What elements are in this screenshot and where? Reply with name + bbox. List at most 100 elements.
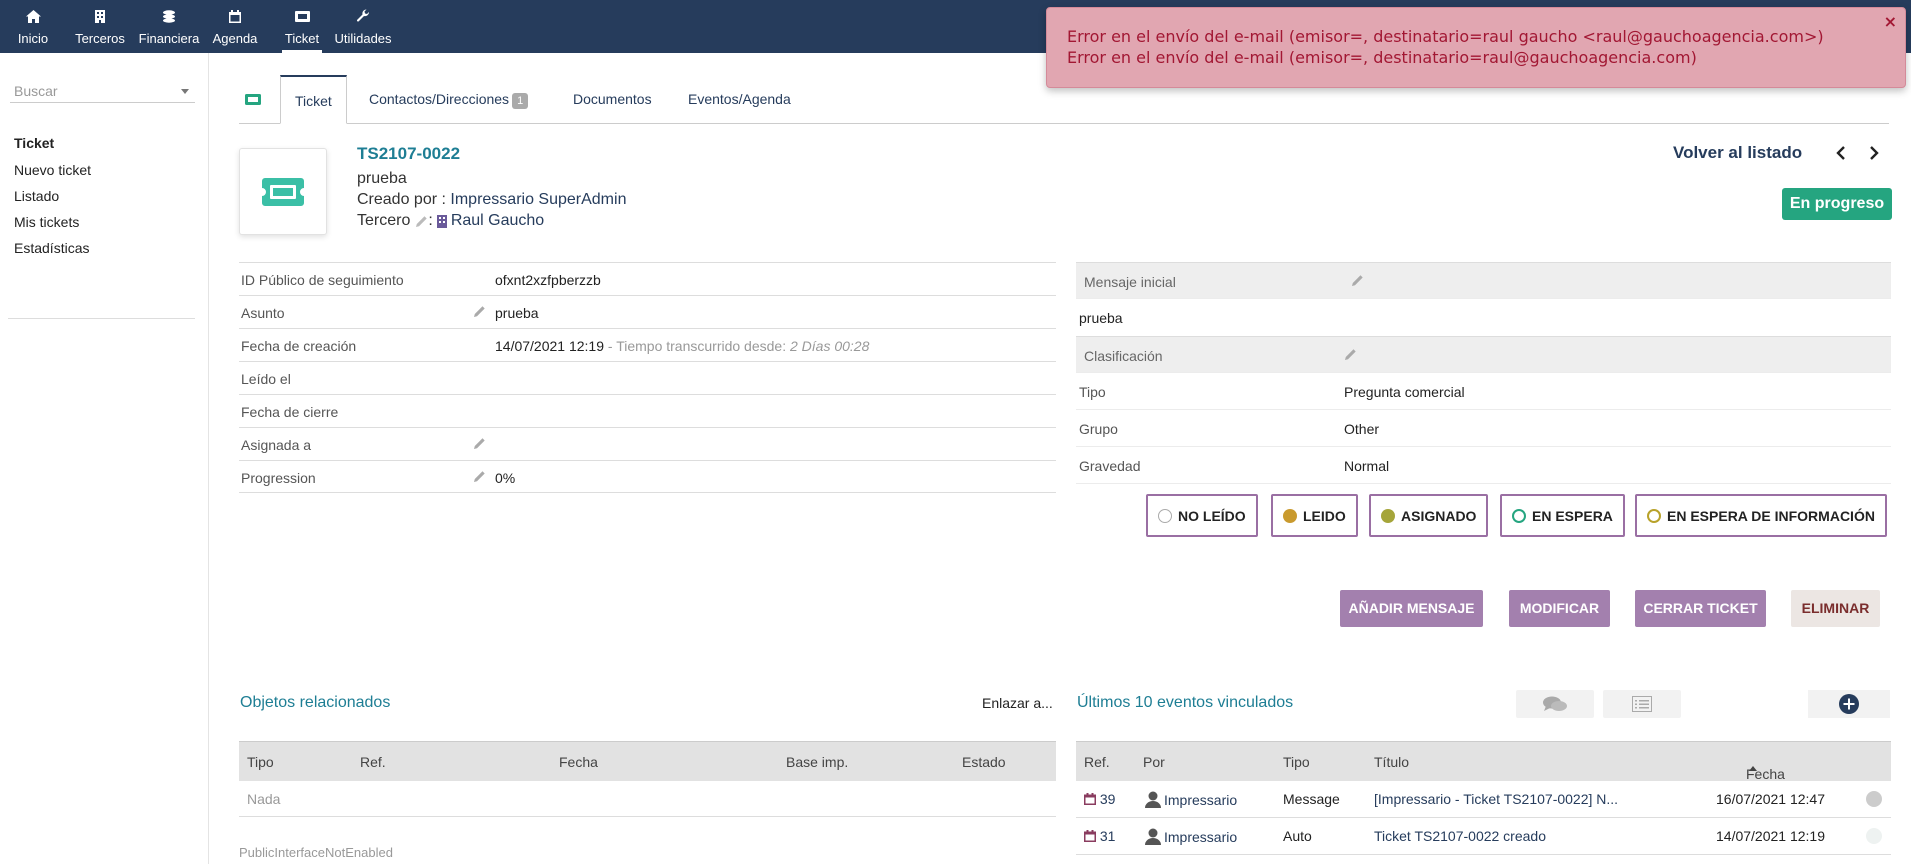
event-ref: 31 [1099,828,1116,844]
column-header: Por [1143,754,1165,770]
field-value: Normal [1344,458,1390,474]
sidebar-item-estadisticas[interactable]: Estadísticas [0,235,209,261]
search-placeholder: Buscar [14,83,58,99]
column-header: Fecha [559,754,598,770]
event-title-link[interactable]: [Impressario - Ticket TS2107-0022] N... [1374,791,1618,807]
field-row-fecha-cierre: Fecha de cierre [239,394,1056,427]
topmenu-item-inicio[interactable]: Inicio [14,0,52,53]
coins-icon [161,8,177,24]
topmenu-item-utilidades[interactable]: Utilidades [334,0,392,53]
field-label: Asignada a [241,437,312,453]
field-value: Other [1344,421,1380,437]
previous-arrow-icon[interactable] [1834,146,1848,160]
status-button-no-leido[interactable]: NO LEÍDO [1146,494,1258,537]
search-select[interactable]: Buscar [10,81,195,103]
event-user-link[interactable]: Impressario [1145,828,1237,845]
sidebar-heading[interactable]: Ticket [0,129,209,157]
field-row-leido-el: Leído el [239,361,1056,394]
topmenu-label: Financiera [138,31,200,46]
edit-pencil-icon[interactable] [1351,274,1364,290]
link-to-dropdown[interactable]: Enlazar a... [982,695,1053,711]
topmenu-item-financiera[interactable]: Financiera [138,0,200,53]
delete-button[interactable]: ELIMINAR [1791,590,1880,627]
event-title-link[interactable]: Ticket TS2107-0022 creado [1374,828,1546,844]
topmenu-item-terceros[interactable]: Terceros [74,0,126,53]
tab-contactos[interactable]: Contactos/Direcciones 1 [369,75,529,124]
field-label: Leído el [241,371,291,387]
table-row: 39 Impressario Message [Impressario - Ti… [1076,781,1891,818]
field-label: Asunto [241,305,285,321]
table-row: Nada [239,781,1056,817]
close-ticket-button[interactable]: CERRAR TICKET [1635,590,1766,627]
ticket-subject: prueba [357,170,407,187]
field-label: Mensaje inicial [1084,274,1176,290]
plus-circle-icon [1839,694,1859,714]
created-by: Creado por : Impressario SuperAdmin [357,191,626,209]
modify-button[interactable]: MODIFICAR [1509,590,1610,627]
event-ref-link[interactable]: 31 [1084,828,1115,844]
sidebar-item-mis-tickets[interactable]: Mis tickets [0,209,209,235]
add-event-button[interactable] [1808,690,1890,718]
user-avatar-icon [1145,791,1161,808]
field-row-gravedad: Gravedad Normal [1076,447,1891,484]
tab-eventos-agenda[interactable]: Eventos/Agenda [688,75,791,124]
status-button-en-espera-informacion[interactable]: EN ESPERA DE INFORMACIÓN [1635,494,1887,537]
status-button-en-espera[interactable]: EN ESPERA [1500,494,1625,537]
edit-pencil-icon[interactable] [473,305,486,321]
user-avatar-icon [1145,828,1161,845]
status-button-asignado[interactable]: ASIGNADO [1369,494,1489,537]
tab-documentos[interactable]: Documentos [573,75,652,124]
next-arrow-icon[interactable] [1867,146,1881,160]
initial-message: prueba [1079,310,1123,326]
ticket-fields-table: ID Público de seguimiento ofxnt2xzfpberz… [239,262,1056,493]
edit-pencil-icon[interactable] [1344,348,1357,364]
event-ref: 39 [1099,791,1116,807]
status-dot-icon [1158,508,1172,523]
events-table: Ref. Por Tipo Título Fecha 39 Impressari… [1076,741,1891,855]
event-type: Message [1283,791,1340,807]
field-label: Clasificación [1084,348,1163,364]
sidebar-divider [8,318,195,319]
table-row: 31 Impressario Auto Ticket TS2107-0022 c… [1076,818,1891,855]
view-list-button[interactable] [1603,690,1681,718]
status-button-leido[interactable]: LEIDO [1271,494,1358,537]
column-header: Tipo [247,754,274,770]
tab-ticket-icon[interactable] [245,75,269,124]
tab-label: Contactos/Direcciones [369,91,510,107]
wrench-icon [355,8,371,24]
sidebar-item-listado[interactable]: Listado [0,183,209,209]
pencil-icon[interactable] [415,215,428,228]
created-by-label: Creado por : [357,191,451,208]
created-by-user-link[interactable]: Impressario SuperAdmin [450,191,626,208]
edit-pencil-icon[interactable] [473,437,486,453]
event-ref-link[interactable]: 39 [1084,791,1115,807]
sidebar-item-nuevo-ticket[interactable]: Nuevo ticket [0,157,209,183]
elapsed-label: - Tiempo transcurrido desde: [604,338,790,354]
field-row-asunto: Asunto prueba [239,295,1056,328]
view-messages-button[interactable] [1516,690,1594,718]
status-dot-icon [1381,508,1395,523]
edit-pencil-icon[interactable] [473,470,486,486]
topmenu-item-ticket[interactable]: Ticket [282,0,322,53]
ticket-details-table: Mensaje inicial prueba Clasificación Tip… [1076,262,1891,484]
event-user-link[interactable]: Impressario [1145,791,1237,808]
topmenu-label: Ticket [284,31,320,46]
table-header: Tipo Ref. Fecha Base imp. Estado [239,741,1056,781]
field-label: Fecha de creación [241,338,357,354]
tab-ticket[interactable]: Ticket [280,75,347,124]
close-icon[interactable]: × [1884,11,1897,32]
building-icon [436,214,447,228]
topmenu-label: Terceros [75,31,125,46]
status-button-label: NO LEÍDO [1178,507,1246,524]
topmenu-item-agenda[interactable]: Agenda [212,0,258,53]
classification-header: Clasificación [1076,336,1891,373]
tercero-label: Tercero [357,212,411,229]
status-badge: En progreso [1782,188,1892,220]
add-message-button[interactable]: AÑADIR MENSAJE [1340,590,1483,627]
creation-date: 14/07/2021 12:19 [495,338,604,354]
back-to-list-link[interactable]: Volver al listado [1673,143,1802,163]
field-row-tracking-id: ID Público de seguimiento ofxnt2xzfpberz… [239,262,1056,295]
home-icon [25,8,41,24]
tercero-link[interactable]: Raul Gaucho [436,212,544,230]
event-user: Impressario [1164,792,1238,808]
